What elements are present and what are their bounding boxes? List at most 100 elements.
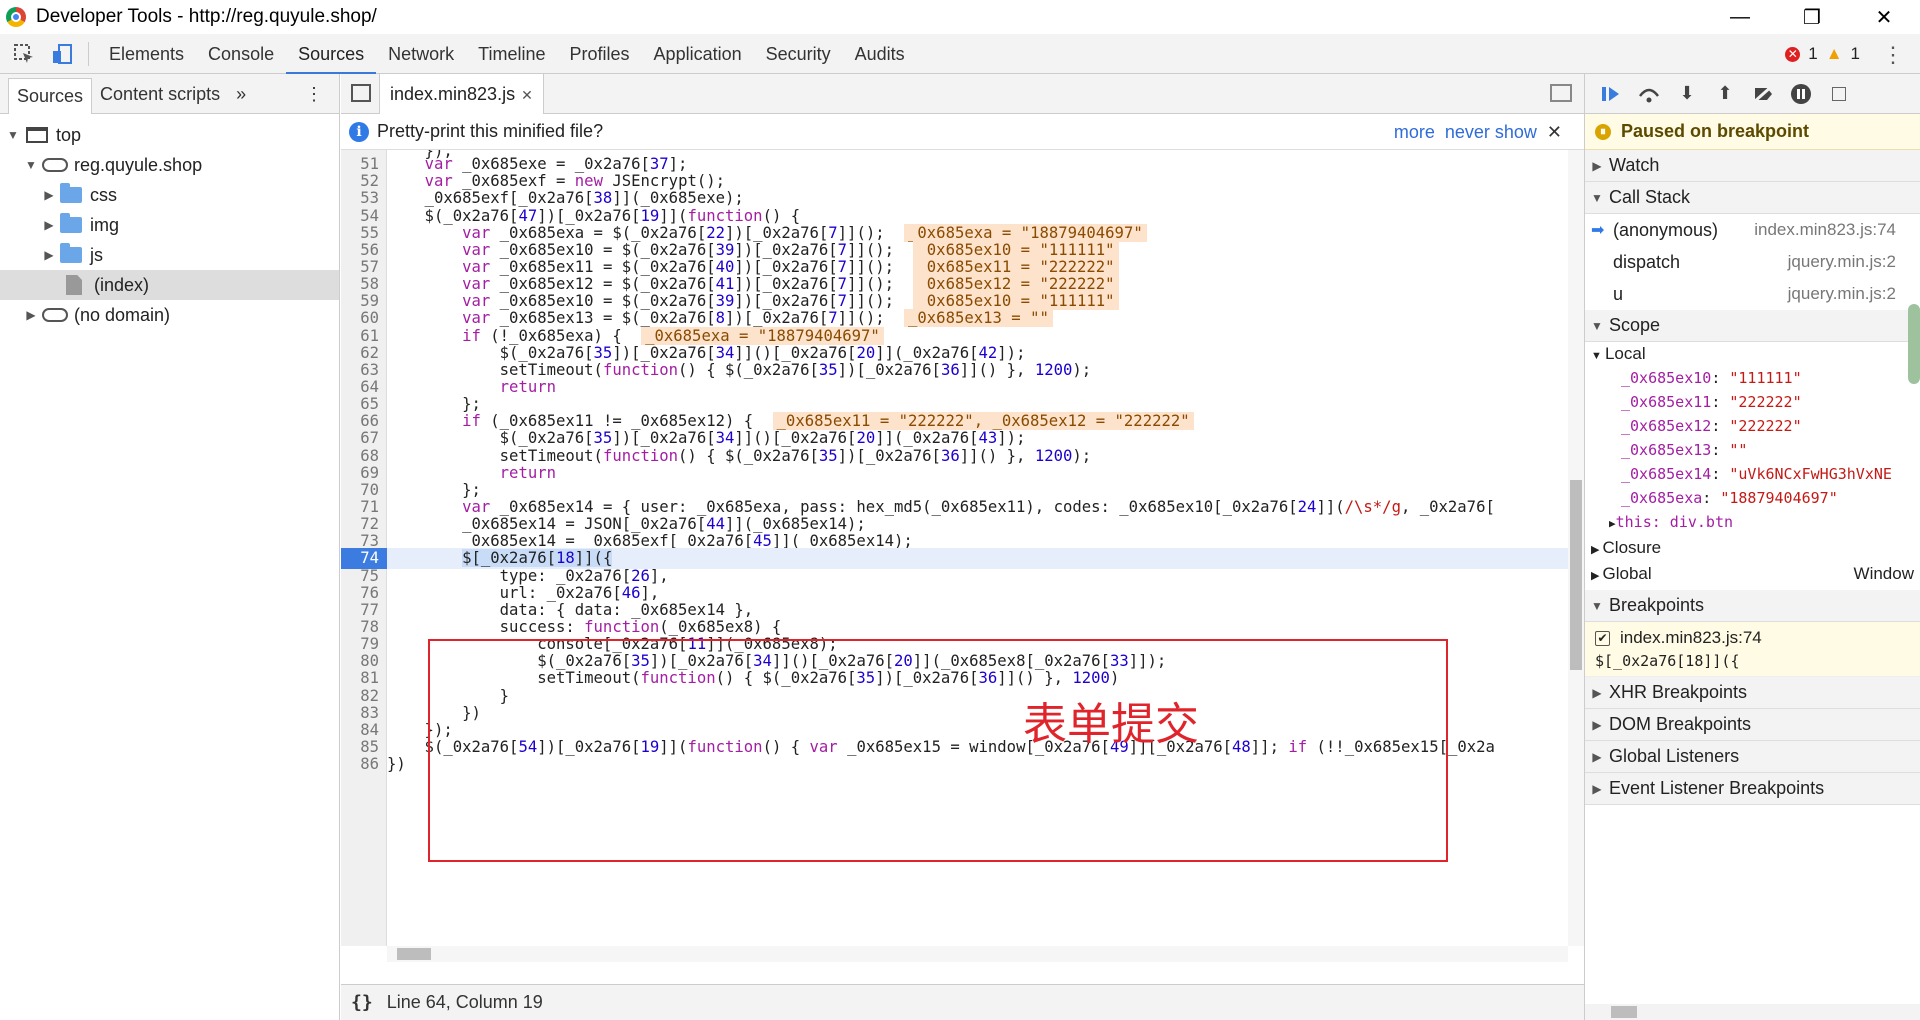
- tree-label: (no domain): [74, 304, 171, 325]
- scope-variable[interactable]: _0x685ex14: "uVk6NCxFwHG3hVxNE: [1585, 462, 1920, 486]
- scroll-thumb[interactable]: [1570, 480, 1582, 670]
- error-icon: ✕: [1785, 46, 1801, 62]
- scope-this[interactable]: ▶this: div.btn: [1585, 510, 1920, 534]
- close-window-button[interactable]: ✕: [1848, 0, 1920, 34]
- call-frame[interactable]: ➡ (anonymous) index.min823.js:74: [1585, 214, 1920, 246]
- tree-label: (index): [94, 274, 150, 295]
- call-frame[interactable]: u jquery.min.js:2: [1585, 278, 1920, 310]
- tree-item-index[interactable]: (index): [0, 270, 339, 300]
- scope-variable[interactable]: _0x685exa: "18879404697": [1585, 486, 1920, 510]
- variable-name: this: div.btn: [1615, 513, 1734, 531]
- collapsed-arrow-icon: ▶: [1592, 158, 1602, 173]
- chrome-logo-icon: [6, 7, 26, 27]
- collapsed-arrow-icon: ▶: [1592, 781, 1602, 796]
- sidebar-scroll-thumb[interactable]: [1908, 304, 1920, 384]
- tree-item-js[interactable]: ▶ js: [0, 240, 339, 270]
- frame-location[interactable]: index.min823.js:74: [1754, 220, 1896, 240]
- section-scope[interactable]: ▼ Scope: [1585, 310, 1920, 342]
- scope-global[interactable]: ▶ Global Window: [1585, 562, 1920, 586]
- infobar-message: Pretty-print this minified file?: [377, 121, 604, 141]
- step-into-icon[interactable]: ⬇: [1675, 82, 1699, 106]
- restore-button[interactable]: ❐: [1776, 0, 1848, 34]
- breakpoint-item[interactable]: ✔ index.min823.js:74 $[_0x2a76[18]]({: [1585, 622, 1920, 677]
- paused-message: Paused on breakpoint: [1621, 121, 1810, 141]
- close-tab-icon[interactable]: ✕: [521, 87, 533, 103]
- more-tabs-icon[interactable]: »: [228, 74, 254, 114]
- section-xhr-breakpoints[interactable]: ▶ XHR Breakpoints: [1585, 677, 1920, 709]
- scope-variable[interactable]: _0x685ex10: "111111": [1585, 366, 1920, 390]
- warning-icon: ▲: [1825, 44, 1843, 63]
- collapsed-arrow-icon: ▶: [44, 248, 54, 262]
- toggle-debugger-icon[interactable]: [1550, 84, 1572, 102]
- annotation-label: 表单提交: [1023, 699, 1199, 750]
- navigator-menu-icon[interactable]: ⋮: [297, 74, 331, 114]
- tab-application[interactable]: Application: [642, 34, 754, 74]
- section-global-listeners[interactable]: ▶ Global Listeners: [1585, 741, 1920, 773]
- tab-audits[interactable]: Audits: [843, 34, 917, 74]
- editor-horizontal-scrollbar[interactable]: [387, 946, 1568, 962]
- tab-content-scripts[interactable]: Content scripts: [92, 74, 228, 114]
- tab-sources-nav[interactable]: Sources: [8, 77, 93, 114]
- tab-network[interactable]: Network: [376, 34, 466, 74]
- toggle-navigator-icon[interactable]: [351, 84, 371, 102]
- tab-elements[interactable]: Elements: [97, 34, 196, 74]
- pause-on-exceptions-icon[interactable]: [1789, 82, 1813, 106]
- section-dom-breakpoints[interactable]: ▶ DOM Breakpoints: [1585, 709, 1920, 741]
- section-breakpoints[interactable]: ▼ Breakpoints: [1585, 590, 1920, 622]
- tree-item-css[interactable]: ▶ css: [0, 180, 339, 210]
- file-tab[interactable]: index.min823.js ✕: [379, 73, 544, 114]
- tree-item-img[interactable]: ▶ img: [0, 210, 339, 240]
- tree-item-top[interactable]: ▼ top: [0, 120, 339, 150]
- expanded-arrow-icon: ▼: [25, 158, 37, 172]
- scroll-thumb[interactable]: [397, 948, 431, 960]
- tree-item-domain[interactable]: ▼ reg.quyule.shop: [0, 150, 339, 180]
- tab-sources[interactable]: Sources: [286, 34, 377, 74]
- more-link[interactable]: more: [1394, 122, 1435, 143]
- pretty-print-infobar: i Pretty-print this minified file? more …: [341, 114, 1584, 150]
- error-warning-status[interactable]: ✕ 1 ▲ 1: [1785, 34, 1860, 74]
- frame-function: (anonymous): [1613, 219, 1719, 240]
- breakpoint-checkbox[interactable]: ✔: [1595, 630, 1610, 646]
- tab-console[interactable]: Console: [196, 34, 286, 74]
- tab-timeline[interactable]: Timeline: [466, 34, 557, 74]
- frame-location[interactable]: jquery.min.js:2: [1788, 284, 1896, 304]
- tab-profiles[interactable]: Profiles: [558, 34, 642, 74]
- more-options-icon[interactable]: ⋮: [1882, 42, 1904, 68]
- frame-icon: [26, 127, 48, 143]
- scope-closure[interactable]: ▶ Closure: [1585, 536, 1920, 560]
- scope-variable[interactable]: _0x685ex12: "222222": [1585, 414, 1920, 438]
- variable-name: _0x685ex11: [1621, 393, 1712, 411]
- deactivate-breakpoints-icon[interactable]: [1751, 82, 1775, 106]
- scope-local[interactable]: ▼ Local: [1585, 342, 1920, 366]
- collapsed-arrow-icon: ▶: [1609, 517, 1616, 530]
- line-number[interactable]: 86: [341, 754, 387, 775]
- tree-label: css: [90, 184, 117, 205]
- scope-variable[interactable]: _0x685ex13: "": [1585, 438, 1920, 462]
- section-label: Global Listeners: [1609, 746, 1740, 766]
- resume-icon[interactable]: [1599, 82, 1623, 106]
- section-call-stack[interactable]: ▼ Call Stack: [1585, 182, 1920, 214]
- close-infobar-icon[interactable]: ✕: [1547, 122, 1562, 143]
- step-over-icon[interactable]: [1637, 82, 1661, 106]
- section-event-listener-breakpoints[interactable]: ▶ Event Listener Breakpoints: [1585, 773, 1920, 805]
- annotation-box: [428, 639, 1448, 862]
- tree-item-no-domain[interactable]: ▶ (no domain): [0, 300, 339, 330]
- never-show-link[interactable]: never show: [1445, 122, 1537, 143]
- section-label: XHR Breakpoints: [1609, 682, 1748, 702]
- scope-variable[interactable]: _0x685ex11: "222222": [1585, 390, 1920, 414]
- async-checkbox[interactable]: [1827, 82, 1851, 106]
- tab-security[interactable]: Security: [754, 34, 843, 74]
- frame-location[interactable]: jquery.min.js:2: [1788, 252, 1896, 272]
- minimize-button[interactable]: —: [1704, 0, 1776, 34]
- inspect-element-icon[interactable]: [10, 40, 38, 68]
- step-out-icon[interactable]: ⬆: [1713, 82, 1737, 106]
- collapsed-arrow-icon: ▶: [1592, 685, 1602, 700]
- scroll-thumb[interactable]: [1611, 1006, 1637, 1018]
- sidebar-horizontal-scrollbar[interactable]: [1585, 1004, 1920, 1020]
- pause-info-icon: ⏸: [1595, 123, 1611, 140]
- call-frame[interactable]: dispatch jquery.min.js:2: [1585, 246, 1920, 278]
- pretty-print-button[interactable]: {}: [351, 992, 373, 1013]
- section-watch[interactable]: ▶ Watch: [1585, 150, 1920, 182]
- device-toolbar-icon[interactable]: [48, 40, 76, 68]
- editor-vertical-scrollbar[interactable]: [1568, 150, 1584, 946]
